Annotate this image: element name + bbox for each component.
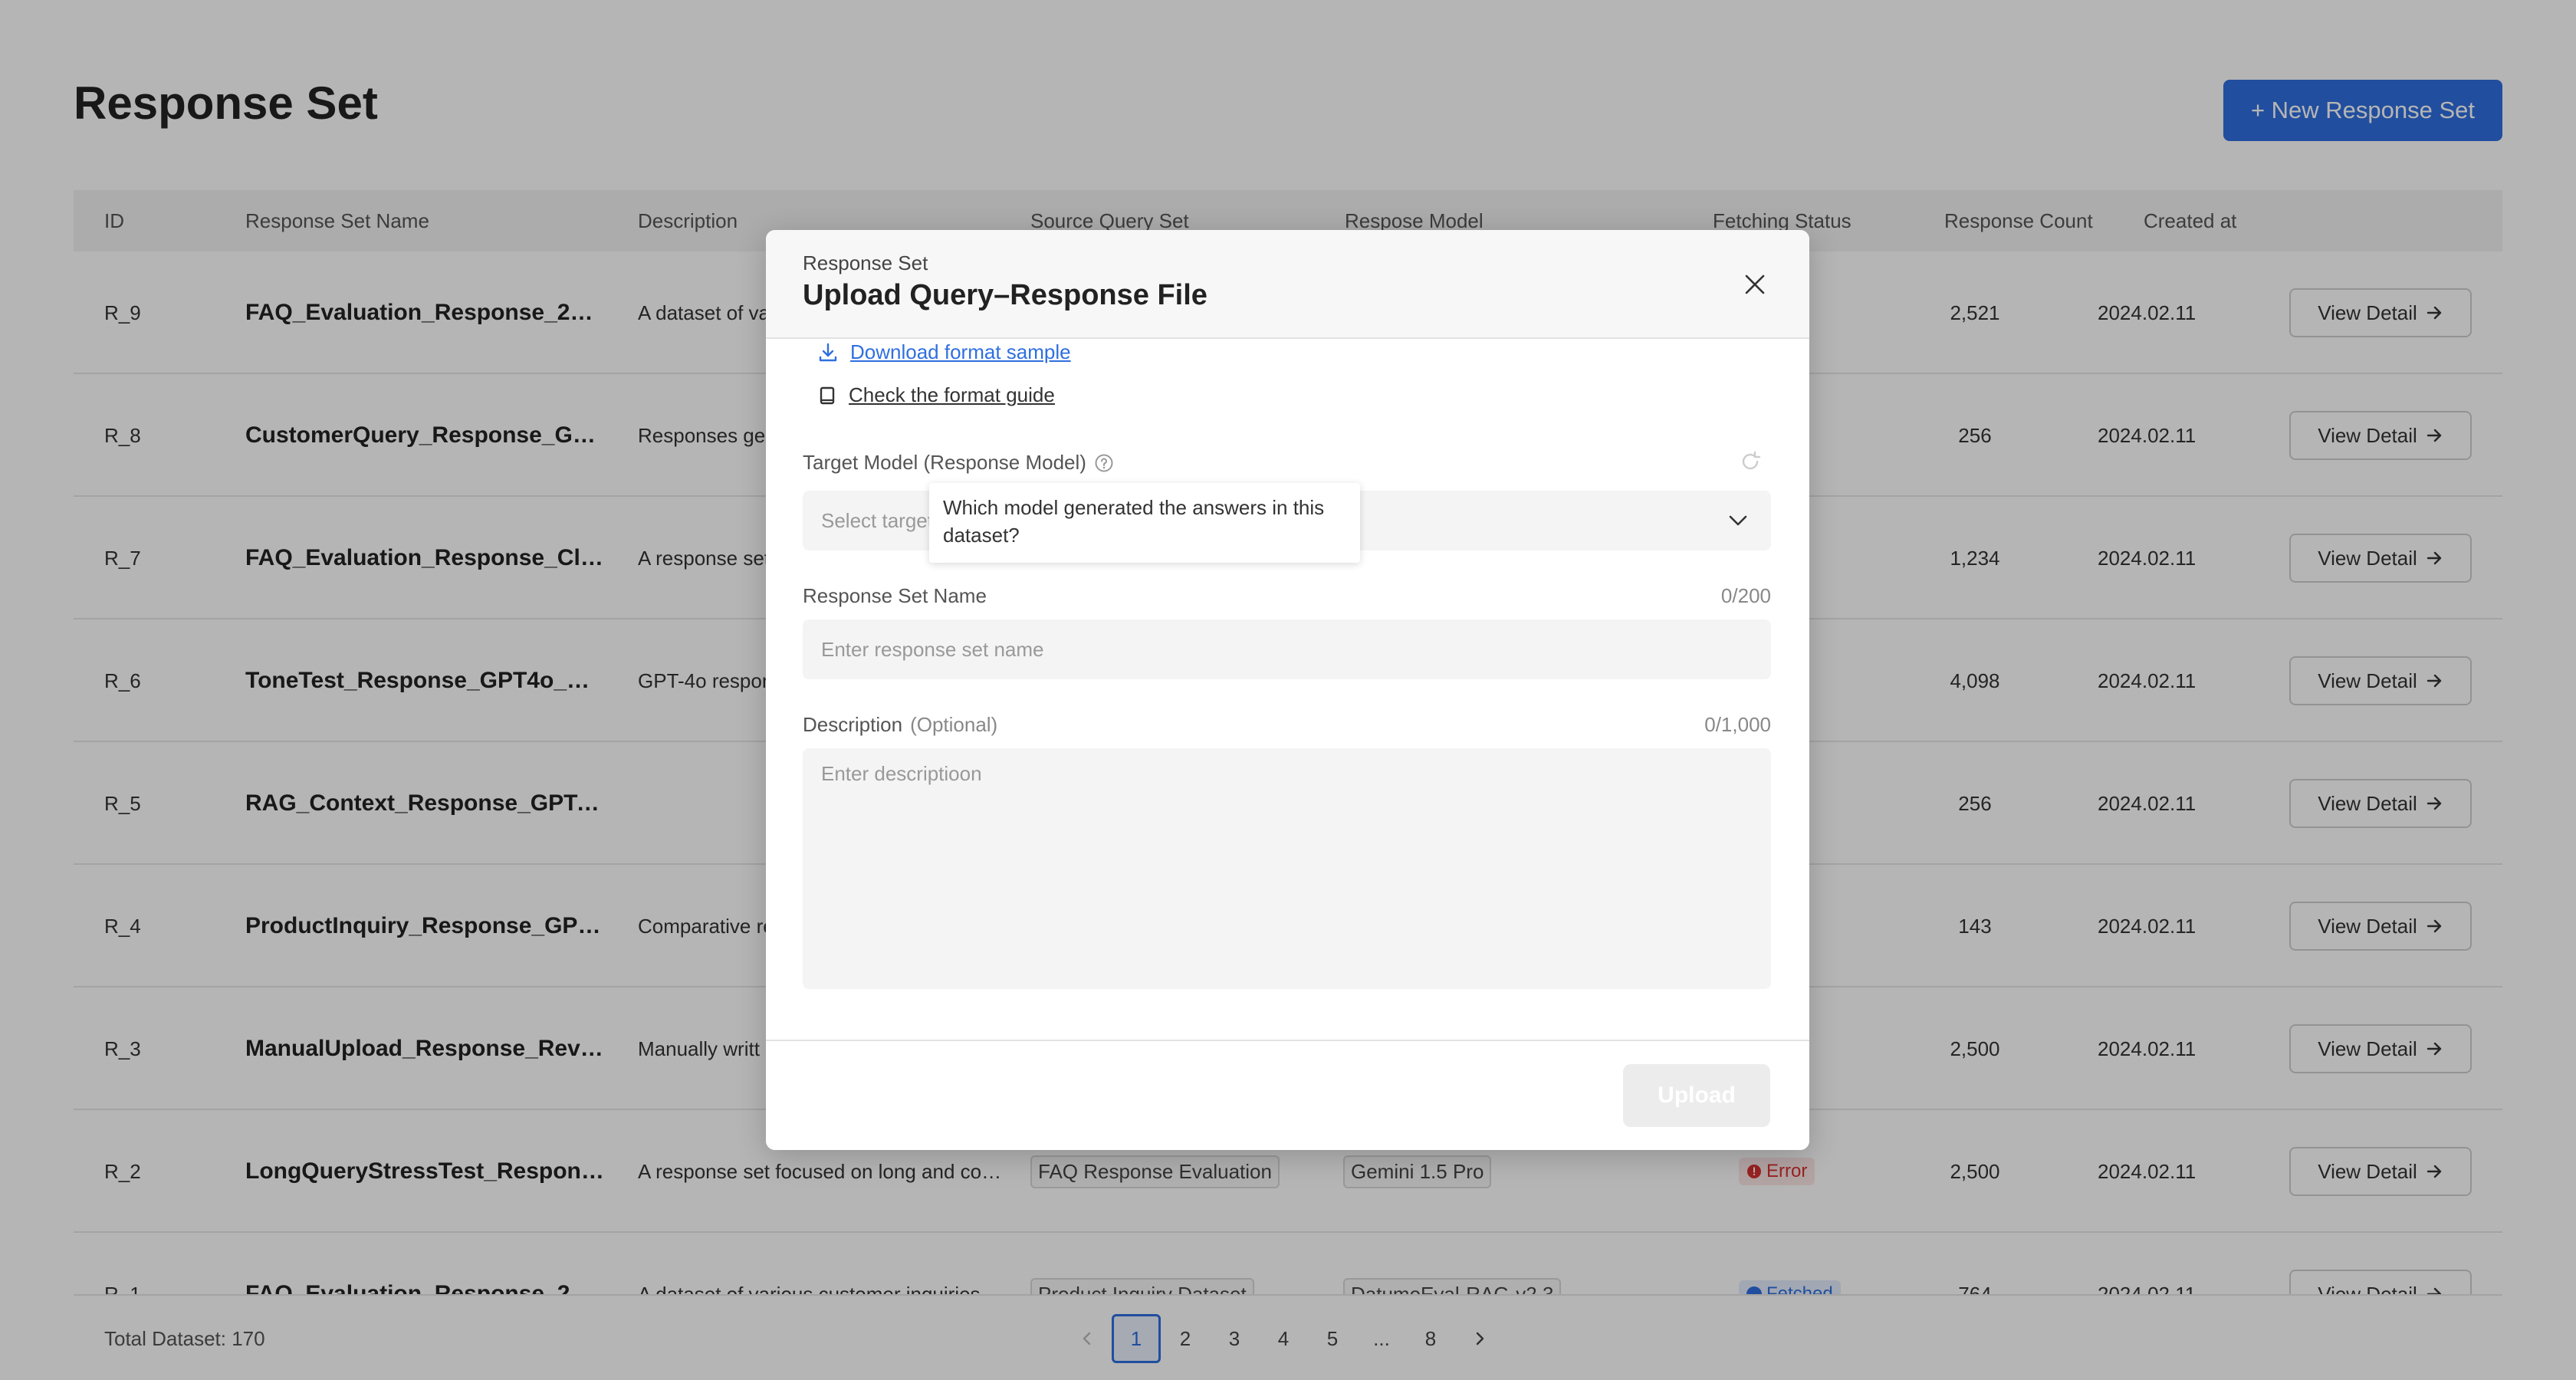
close-icon xyxy=(1745,274,1765,294)
name-char-counter: 0/200 xyxy=(1720,584,1771,607)
target-model-label: Target Model (Response Model) xyxy=(803,451,1114,475)
upload-modal: Response Set Upload Query–Response File … xyxy=(766,230,1809,1150)
description-label-text: Description xyxy=(803,713,903,736)
chevron-down-icon xyxy=(1729,515,1747,526)
close-button[interactable] xyxy=(1736,265,1774,304)
download-link-label: Download format sample xyxy=(850,340,1071,363)
modal-subtitle: Response Set xyxy=(803,251,928,274)
download-icon xyxy=(819,343,837,361)
modal-body: Download format sample Check the format … xyxy=(766,340,1809,1040)
target-model-placeholder: Select target xyxy=(821,509,933,532)
response-set-name-label: Response Set Name xyxy=(803,584,987,608)
book-icon xyxy=(820,386,835,404)
response-set-name-input[interactable] xyxy=(803,619,1771,679)
download-format-sample-link[interactable]: Download format sample xyxy=(816,340,1071,364)
description-char-counter: 0/1,000 xyxy=(1704,713,1771,736)
guide-link-label: Check the format guide xyxy=(849,383,1055,406)
description-label: Description (Optional) xyxy=(803,713,997,737)
description-optional-text: (Optional) xyxy=(910,713,998,736)
modal-title: Upload Query–Response File xyxy=(803,279,1208,311)
target-model-label-text: Target Model (Response Model) xyxy=(803,451,1086,474)
help-icon[interactable] xyxy=(1094,453,1114,473)
modal-footer: Upload xyxy=(766,1040,1809,1150)
description-textarea[interactable] xyxy=(803,748,1771,989)
modal-header: Response Set Upload Query–Response File xyxy=(766,230,1809,339)
refresh-icon[interactable] xyxy=(1738,449,1763,474)
check-format-guide-link[interactable]: Check the format guide xyxy=(816,383,1055,407)
response-set-name-label-text: Response Set Name xyxy=(803,584,987,607)
upload-button[interactable]: Upload xyxy=(1623,1064,1770,1127)
target-model-tooltip: Which model generated the answers in thi… xyxy=(929,483,1360,563)
